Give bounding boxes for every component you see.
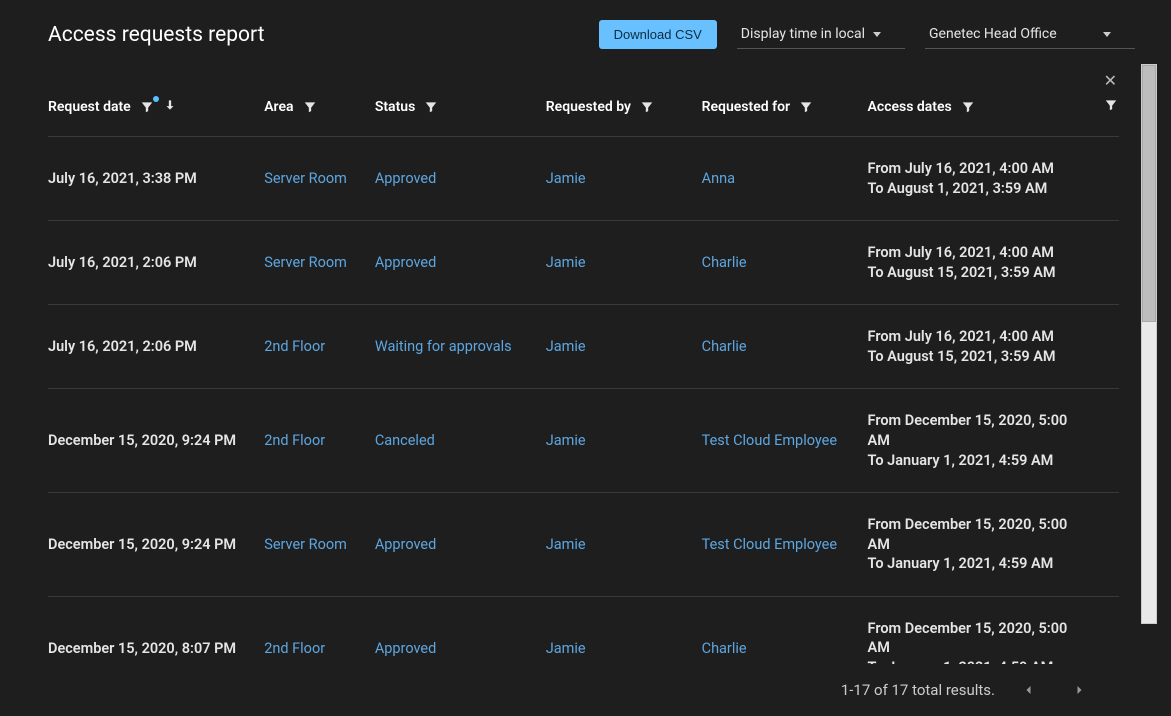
header-bar: Access requests report Download CSV Disp… (48, 20, 1135, 69)
cell-request-date: July 16, 2021, 2:06 PM (48, 305, 264, 389)
requested-by-link[interactable]: Jamie (546, 432, 586, 449)
cell-request-date: July 16, 2021, 2:06 PM (48, 221, 264, 305)
filter-icon[interactable] (302, 99, 318, 115)
table-row[interactable]: July 16, 2021, 2:06 PMServer Room Approve… (48, 221, 1119, 305)
cell-request-date: July 16, 2021, 3:38 PM (48, 137, 264, 221)
next-page-button[interactable] (1063, 678, 1095, 702)
page-title: Access requests report (48, 23, 579, 47)
col-status[interactable]: Status (375, 99, 415, 115)
prev-page-button[interactable] (1013, 678, 1045, 702)
sort-desc-icon[interactable] (163, 98, 177, 116)
access-from: From December 15, 2020, 5:00 AM (868, 515, 1079, 554)
status-link[interactable]: Canceled (375, 432, 435, 449)
cell-request-date: December 15, 2020, 9:24 PM (48, 493, 264, 597)
area-link[interactable]: 2nd Floor (264, 640, 325, 657)
scrollbar-thumb[interactable] (1142, 65, 1156, 322)
cell-request-date: December 15, 2020, 8:07 PM (48, 596, 264, 664)
filter-icon[interactable] (798, 99, 814, 115)
col-access-dates[interactable]: Access dates (868, 99, 952, 115)
access-to: To August 15, 2021, 3:59 AM (868, 263, 1079, 283)
time-display-select[interactable]: Display time in local (737, 20, 905, 49)
table-footer: 1-17 of 17 total results. (48, 664, 1135, 716)
requested-by-link[interactable]: Jamie (546, 338, 586, 355)
scrollbar[interactable] (1141, 64, 1157, 624)
access-from: From December 15, 2020, 5:00 AM (868, 619, 1079, 658)
close-icon[interactable]: ✕ (1104, 71, 1117, 90)
requested-by-link[interactable]: Jamie (546, 536, 586, 553)
cell-request-date: December 15, 2020, 9:24 PM (48, 389, 264, 493)
table-row[interactable]: December 15, 2020, 8:07 PM2nd Floor Appro… (48, 596, 1119, 664)
time-display-label: Display time in local (741, 26, 865, 42)
access-from: From July 16, 2021, 4:00 AM (868, 243, 1079, 263)
col-request-date[interactable]: Request date (48, 99, 131, 115)
filter-icon[interactable] (1103, 97, 1119, 113)
caret-down-icon (873, 32, 881, 37)
requested-by-link[interactable]: Jamie (546, 170, 586, 187)
requested-by-link[interactable]: Jamie (546, 640, 586, 657)
area-link[interactable]: Server Room (264, 170, 347, 187)
results-count: 1-17 of 17 total results. (841, 681, 995, 699)
area-link[interactable]: Server Room (264, 536, 347, 553)
company-select[interactable]: Genetec Head Office (925, 20, 1135, 49)
table-row[interactable]: December 15, 2020, 9:24 PM2nd Floor Cance… (48, 389, 1119, 493)
status-link[interactable]: Approved (375, 170, 436, 187)
col-area[interactable]: Area (264, 99, 293, 115)
table-row[interactable]: July 16, 2021, 3:38 PMServer Room Approve… (48, 137, 1119, 221)
filter-icon[interactable] (423, 99, 439, 115)
access-to: To August 15, 2021, 3:59 AM (868, 347, 1079, 367)
filter-icon[interactable] (139, 99, 155, 115)
access-to: To January 1, 2021, 4:59 AM (868, 658, 1079, 664)
area-link[interactable]: Server Room (264, 254, 347, 271)
requested-for-link[interactable]: Anna (702, 170, 735, 187)
access-from: From December 15, 2020, 5:00 AM (868, 411, 1079, 450)
table-row[interactable]: December 15, 2020, 9:24 PMServer Room App… (48, 493, 1119, 597)
access-to: To January 1, 2021, 4:59 AM (868, 554, 1079, 574)
status-link[interactable]: Waiting for approvals (375, 338, 512, 355)
status-link[interactable]: Approved (375, 254, 436, 271)
status-link[interactable]: Approved (375, 536, 436, 553)
filter-icon[interactable] (960, 99, 976, 115)
area-link[interactable]: 2nd Floor (264, 432, 325, 449)
access-from: From July 16, 2021, 4:00 AM (868, 327, 1079, 347)
download-csv-button[interactable]: Download CSV (599, 20, 717, 49)
filter-icon[interactable] (639, 99, 655, 115)
col-requested-for[interactable]: Requested for (702, 99, 790, 115)
caret-down-icon (1103, 32, 1111, 37)
table-header-row: Request date Area (48, 69, 1119, 137)
requested-for-link[interactable]: Charlie (702, 640, 747, 657)
company-label: Genetec Head Office (929, 26, 1057, 42)
requested-for-link[interactable]: Test Cloud Employee (702, 536, 837, 553)
area-link[interactable]: 2nd Floor (264, 338, 325, 355)
requested-for-link[interactable]: Charlie (702, 254, 747, 271)
col-requested-by[interactable]: Requested by (546, 99, 631, 115)
table-row[interactable]: July 16, 2021, 2:06 PM2nd Floor Waiting f… (48, 305, 1119, 389)
access-requests-table: Request date Area (48, 69, 1119, 664)
access-to: To January 1, 2021, 4:59 AM (868, 451, 1079, 471)
access-to: To August 1, 2021, 3:59 AM (868, 179, 1079, 199)
status-link[interactable]: Approved (375, 640, 436, 657)
requested-for-link[interactable]: Test Cloud Employee (702, 432, 837, 449)
requested-by-link[interactable]: Jamie (546, 254, 586, 271)
access-from: From July 16, 2021, 4:00 AM (868, 159, 1079, 179)
requested-for-link[interactable]: Charlie (702, 338, 747, 355)
